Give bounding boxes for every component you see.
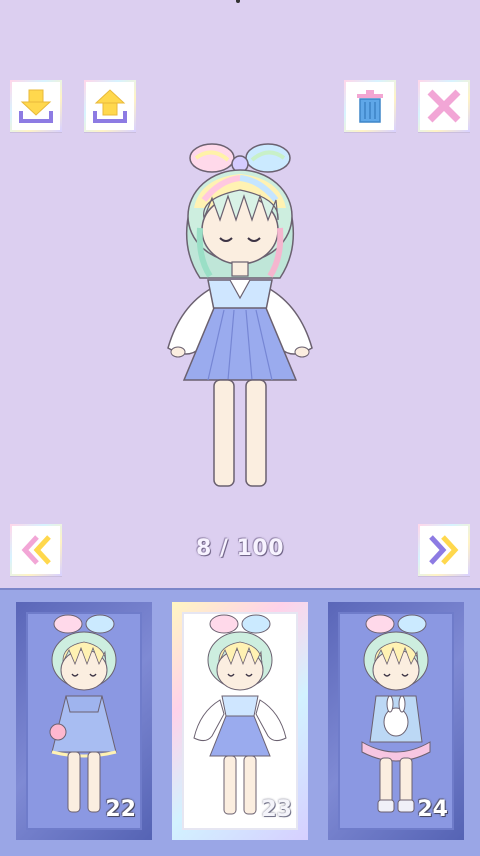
outfit-slot-23[interactable]: 23 (172, 602, 308, 840)
outfit-slot-22[interactable]: 22 (16, 602, 152, 840)
status-dot (236, 0, 240, 3)
outfit-thumbnail (361, 614, 431, 813)
main-character[interactable] (160, 138, 320, 494)
trash-icon (357, 90, 383, 123)
close-button[interactable] (418, 80, 470, 132)
outfit-thumbnail (193, 614, 287, 815)
outfit-thumbnail (49, 614, 117, 813)
upload-icon (93, 89, 127, 123)
double-chevron-right-icon (429, 535, 459, 565)
close-icon (427, 89, 461, 123)
download-button[interactable] (10, 80, 62, 132)
outfit-slot-24[interactable]: 24 (328, 602, 464, 840)
outfit-number: 24 (417, 797, 448, 822)
outfit-number: 22 (105, 797, 136, 822)
delete-button[interactable] (344, 80, 396, 132)
next-page-button[interactable] (418, 524, 470, 576)
page-counter: 8 / 100 (195, 536, 285, 561)
upload-button[interactable] (84, 80, 136, 132)
outfit-tray: 22 23 24 (0, 588, 480, 856)
outfit-number: 23 (261, 797, 292, 822)
download-icon (19, 89, 53, 123)
